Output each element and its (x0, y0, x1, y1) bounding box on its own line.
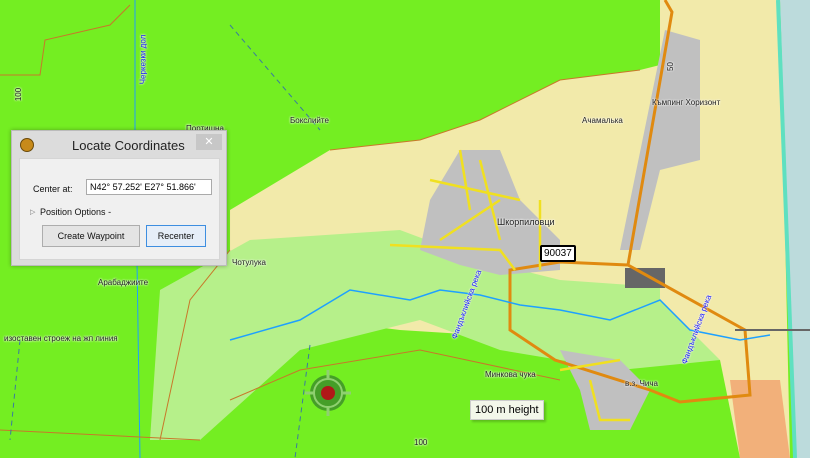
map-label: Минкова чука (485, 370, 536, 379)
road-number-label: 50 (665, 62, 675, 71)
map-label: Бокслийте (290, 116, 329, 125)
close-button[interactable]: ✕ (196, 134, 222, 150)
dialog-body: Center at: ▷ Position Options - Create W… (19, 158, 220, 260)
locate-coordinates-dialog: Locate Coordinates ✕ Center at: ▷ Positi… (11, 130, 227, 266)
recenter-button[interactable]: Recenter (146, 225, 206, 247)
height-tooltip: 100 m height (470, 400, 544, 420)
map-label: в.з. Чича (625, 379, 659, 388)
dialog-title: Locate Coordinates (72, 138, 185, 153)
map-label: Чотулука (232, 258, 266, 267)
map-label: Арабаджиите (98, 278, 149, 287)
contour-label: 100 (14, 87, 24, 102)
app-icon (20, 138, 34, 152)
center-coordinates-input[interactable] (86, 179, 212, 195)
map-label: Къмпинг Хоризонт (652, 98, 721, 107)
map-label: Черкезки дол (138, 34, 148, 85)
map-label: изоставен строеж на жп линия (4, 334, 118, 343)
expand-triangle-icon[interactable]: ▷ (30, 208, 35, 216)
map-label: Шкорпиловци (497, 217, 555, 227)
position-options-label: Position Options (40, 207, 106, 217)
create-waypoint-button[interactable]: Create Waypoint (42, 225, 140, 247)
center-label: Center at: (33, 184, 73, 194)
position-options-toggle[interactable]: Position Options - (40, 207, 111, 217)
road-shield: 90037 (540, 245, 576, 262)
map-label: Ачамалька (582, 116, 623, 125)
contour-label: 100 (414, 438, 428, 447)
position-options-suffix: - (108, 207, 112, 217)
